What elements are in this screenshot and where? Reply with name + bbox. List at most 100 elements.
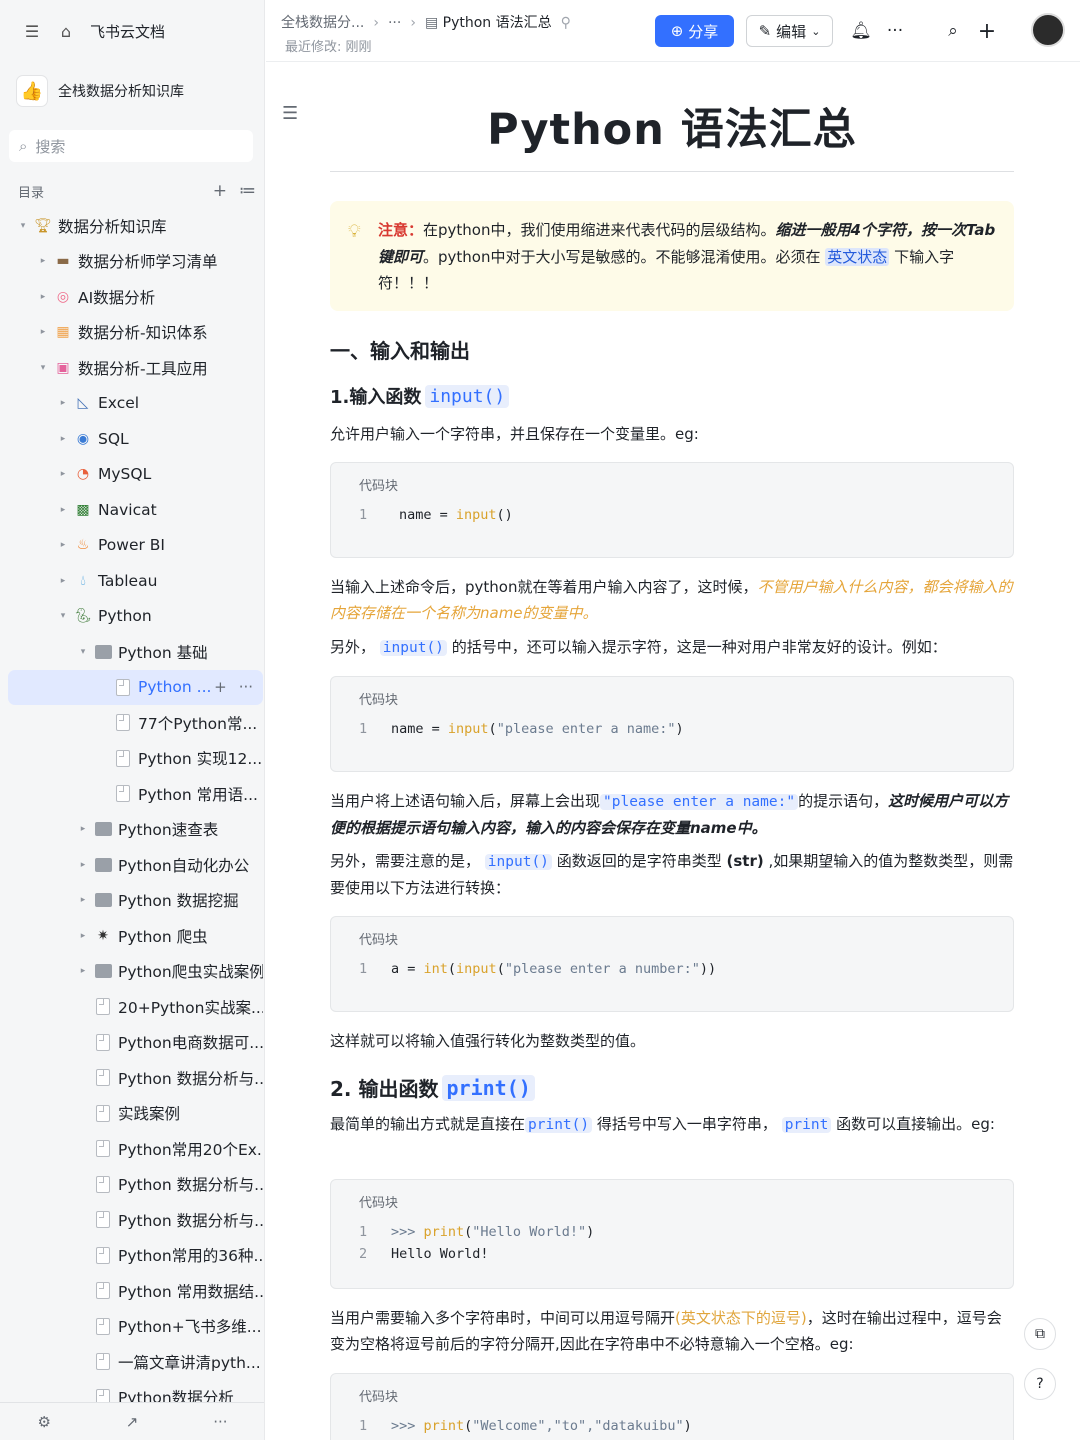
paragraph[interactable]: 另外，需要注意的是， input() 函数返回的是字符串类型 (str) ,如果…: [330, 848, 1014, 901]
caret-icon[interactable]: ▸: [56, 469, 70, 479]
tree-item[interactable]: ▸ ◎ AI数据分析: [8, 279, 263, 314]
caret-icon[interactable]: ▸: [76, 824, 90, 834]
tree-item[interactable]: ▸ 💧︎ Tableau: [8, 563, 263, 598]
tree-item[interactable]: Python 数据分析与...: [8, 1060, 263, 1095]
bell-icon[interactable]: 🔔︎: [849, 18, 873, 44]
code-block[interactable]: 代码块 1 >>> print("Hello World!") 2 Hello …: [330, 1179, 1014, 1289]
tree-item[interactable]: Python ... + ···: [8, 669, 263, 705]
code-block[interactable]: 代码块 1 name = input(): [330, 462, 1014, 558]
tree-item[interactable]: ▸ Python速查表: [8, 812, 263, 847]
tree-item[interactable]: Python常用的36种...: [8, 1238, 263, 1273]
search-input[interactable]: ⌕ 搜索: [9, 130, 253, 162]
more-icon[interactable]: ···: [239, 678, 253, 696]
edit-button[interactable]: ✎ 编辑 ⌄: [746, 15, 833, 47]
tree-item[interactable]: ▸ ✷ Python 爬虫: [8, 918, 263, 953]
avatar[interactable]: [1031, 13, 1065, 47]
app-name[interactable]: 飞书云文档: [90, 21, 165, 42]
tree-item[interactable]: Python常用20个Ex...: [8, 1131, 263, 1166]
caret-icon[interactable]: ▸: [76, 895, 90, 905]
caret-icon[interactable]: ▾: [56, 611, 70, 621]
caret-icon[interactable]: ▾: [16, 221, 30, 231]
tree-item[interactable]: ▸ ▦ 数据分析-知识体系: [8, 315, 263, 350]
breadcrumb-ellipsis[interactable]: ···: [388, 15, 401, 31]
paragraph[interactable]: 当用户将上述语句输入后，屏幕上会出现 "please enter a name:"…: [330, 788, 1014, 841]
breadcrumb-current[interactable]: Python 语法汇总: [443, 15, 552, 31]
caret-icon[interactable]: ▾: [36, 363, 50, 373]
tree-item[interactable]: ▾ ▣ 数据分析-工具应用: [8, 350, 263, 385]
plus-icon[interactable]: +: [975, 18, 999, 44]
caret-icon[interactable]: ▸: [56, 505, 70, 515]
caret-icon[interactable]: ▸: [56, 398, 70, 408]
caret-icon[interactable]: ▸: [56, 434, 70, 444]
share-link-icon[interactable]: ↗: [126, 1413, 139, 1431]
add-icon[interactable]: +: [213, 181, 227, 201]
paragraph[interactable]: 允许用户输入一个字符串，并且保存在一个变量里。eg:: [330, 421, 1014, 447]
doc-title[interactable]: Python 语法汇总: [330, 95, 1014, 157]
home-icon[interactable]: ⌂: [56, 22, 76, 41]
code-block[interactable]: 代码块 1 >>> print("Welcome","to","datakuib…: [330, 1373, 1014, 1440]
tree-item[interactable]: ▸ ♨ Power BI: [8, 528, 263, 563]
tree-item[interactable]: Python 数据分析与...: [8, 1202, 263, 1237]
sql-icon: ◉: [76, 430, 90, 447]
caret-icon[interactable]: ▸: [76, 931, 90, 941]
tree-item[interactable]: ▾ Python 基础: [8, 634, 263, 669]
knowledge-base-header[interactable]: 👍 全栈数据分析知识库: [16, 72, 254, 110]
tree-item[interactable]: ▾ 🐍︎ Python: [8, 599, 263, 634]
tree-item[interactable]: Python电商数据可...: [8, 1025, 263, 1060]
tree-item-label: Python+飞书多维...: [118, 1318, 262, 1336]
tree-item[interactable]: 一篇文章讲清pyth...: [8, 1344, 263, 1379]
code-block[interactable]: 代码块 1 a = int(input("please enter a numb…: [330, 916, 1014, 1012]
tree-item[interactable]: ▾ 🏆︎ 数据分析知识库: [8, 208, 263, 243]
tree-item[interactable]: Python 常用语...: [8, 776, 263, 811]
paragraph[interactable]: 当用户需要输入多个字符串时，中间可以用逗号隔开(英文状态下的逗号)，这时在输出过…: [330, 1305, 1014, 1357]
caret-icon[interactable]: ▸: [76, 860, 90, 870]
collapse-sidebar-icon[interactable]: ☰: [22, 22, 42, 41]
tree-item[interactable]: ▸ ▬ 数据分析师学习清单: [8, 244, 263, 279]
help-icon[interactable]: ?: [1024, 1368, 1056, 1400]
tree-item[interactable]: ▸ Python自动化办公: [8, 847, 263, 882]
caret-icon[interactable]: ▸: [36, 256, 50, 266]
callout-block[interactable]: 💡︎ 注意：在python中，我们使用缩进来代表代码的层级结构。缩进一般用4个字…: [330, 201, 1014, 311]
spider-icon: ✷: [97, 927, 109, 944]
search-icon[interactable]: ⌕: [941, 18, 965, 44]
tree-item[interactable]: ▸ ◉ SQL: [8, 421, 263, 456]
paragraph[interactable]: 最简单的输出方式就是直接在 print() 得括号中写入一串字符串， print …: [330, 1111, 1014, 1138]
paragraph[interactable]: 当输入上述命令后，python就在等着用户输入内容了，这时候，不管用户输入什么内…: [330, 574, 1014, 626]
heading-input[interactable]: 1.输入函数 input(): [330, 383, 510, 409]
breadcrumb-item[interactable]: 全栈数据分...: [281, 15, 364, 31]
tree-item[interactable]: Python 常用数据结...: [8, 1273, 263, 1308]
tree-item[interactable]: 77个Python常...: [8, 705, 263, 740]
code-block[interactable]: 代码块 1 name = input("please enter a name:…: [330, 676, 1014, 772]
heading-io[interactable]: 一、输入和输出: [330, 335, 470, 364]
outline-toggle-icon[interactable]: ☰: [282, 103, 298, 124]
lightbulb-icon: 💡︎: [348, 221, 361, 242]
tree-item[interactable]: ▸ ◔ MySQL: [8, 457, 263, 492]
paragraph[interactable]: 另外， input() 的括号中，还可以输入提示字符，这是一种对用户非常友好的设…: [330, 634, 1014, 661]
caret-icon[interactable]: ▸: [56, 540, 70, 550]
caret-icon[interactable]: ▸: [76, 966, 90, 976]
tree-item[interactable]: ▸ ▩ Navicat: [8, 492, 263, 527]
more-icon[interactable]: ···: [883, 18, 907, 44]
caret-icon[interactable]: ▾: [76, 647, 90, 657]
more-icon[interactable]: ···: [213, 1413, 227, 1431]
tree-item[interactable]: ▸ Python爬虫实战案例: [8, 954, 263, 989]
settings-icon[interactable]: ⚙: [37, 1413, 50, 1431]
tree-item[interactable]: 20+Python实战案...: [8, 989, 263, 1024]
tree-item[interactable]: Python 数据分析与...: [8, 1167, 263, 1202]
tree-item[interactable]: Python+飞书多维...: [8, 1309, 263, 1344]
copy-link-icon[interactable]: ⧉: [1024, 1318, 1056, 1350]
paragraph[interactable]: 这样就可以将输入值强行转化为整数类型的值。: [330, 1028, 1014, 1054]
tree-item[interactable]: ▸ ◺ Excel: [8, 386, 263, 421]
tree-item[interactable]: 实践案例: [8, 1096, 263, 1131]
pencil-icon: ✎: [758, 22, 772, 40]
caret-icon[interactable]: ▸: [36, 292, 50, 302]
caret-icon[interactable]: ▸: [56, 576, 70, 586]
share-button[interactable]: ⊕ 分享: [655, 15, 734, 47]
add-icon[interactable]: +: [214, 678, 227, 696]
outline-icon[interactable]: ≔: [239, 181, 256, 201]
caret-icon[interactable]: ▸: [36, 327, 50, 337]
tree-item[interactable]: ▸ Python 数据挖掘: [8, 883, 263, 918]
heading-print[interactable]: 2. 输出函数 print(): [330, 1073, 535, 1102]
tree-item[interactable]: Python 实现12...: [8, 741, 263, 776]
pin-icon[interactable]: ⚲: [561, 15, 571, 31]
